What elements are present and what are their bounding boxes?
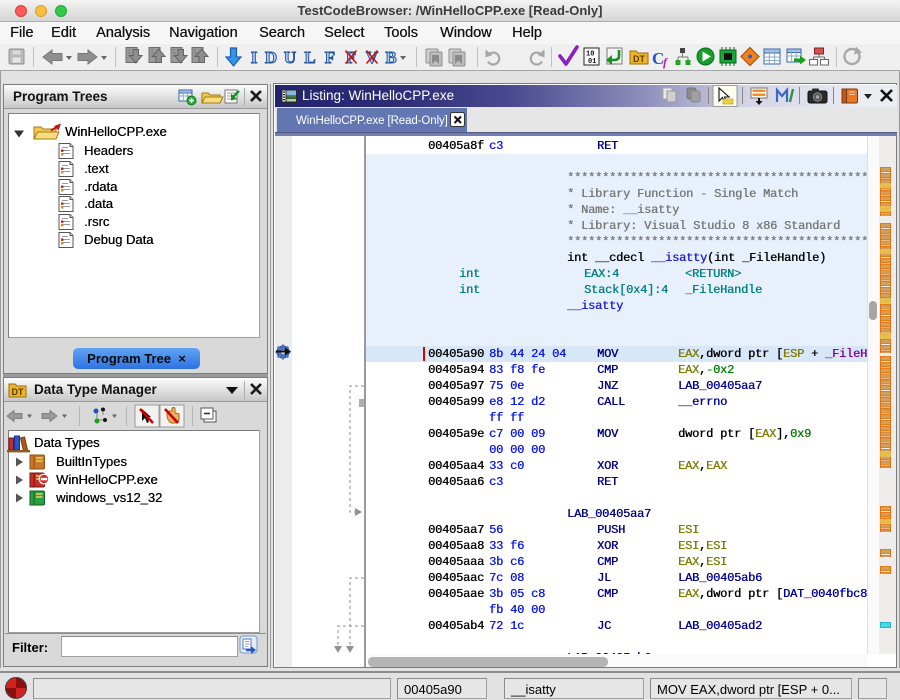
svg-text:01: 01: [588, 58, 596, 66]
svg-text:DT: DT: [633, 54, 645, 64]
svg-text:B: B: [385, 48, 396, 67]
svg-text:U: U: [284, 48, 296, 67]
svg-text:D: D: [265, 48, 277, 67]
svg-text:I: I: [251, 48, 258, 67]
svg-text:L: L: [304, 48, 315, 67]
svg-text:DT: DT: [12, 387, 24, 397]
svg-text:F: F: [325, 48, 335, 67]
svg-text:f: f: [663, 55, 668, 69]
